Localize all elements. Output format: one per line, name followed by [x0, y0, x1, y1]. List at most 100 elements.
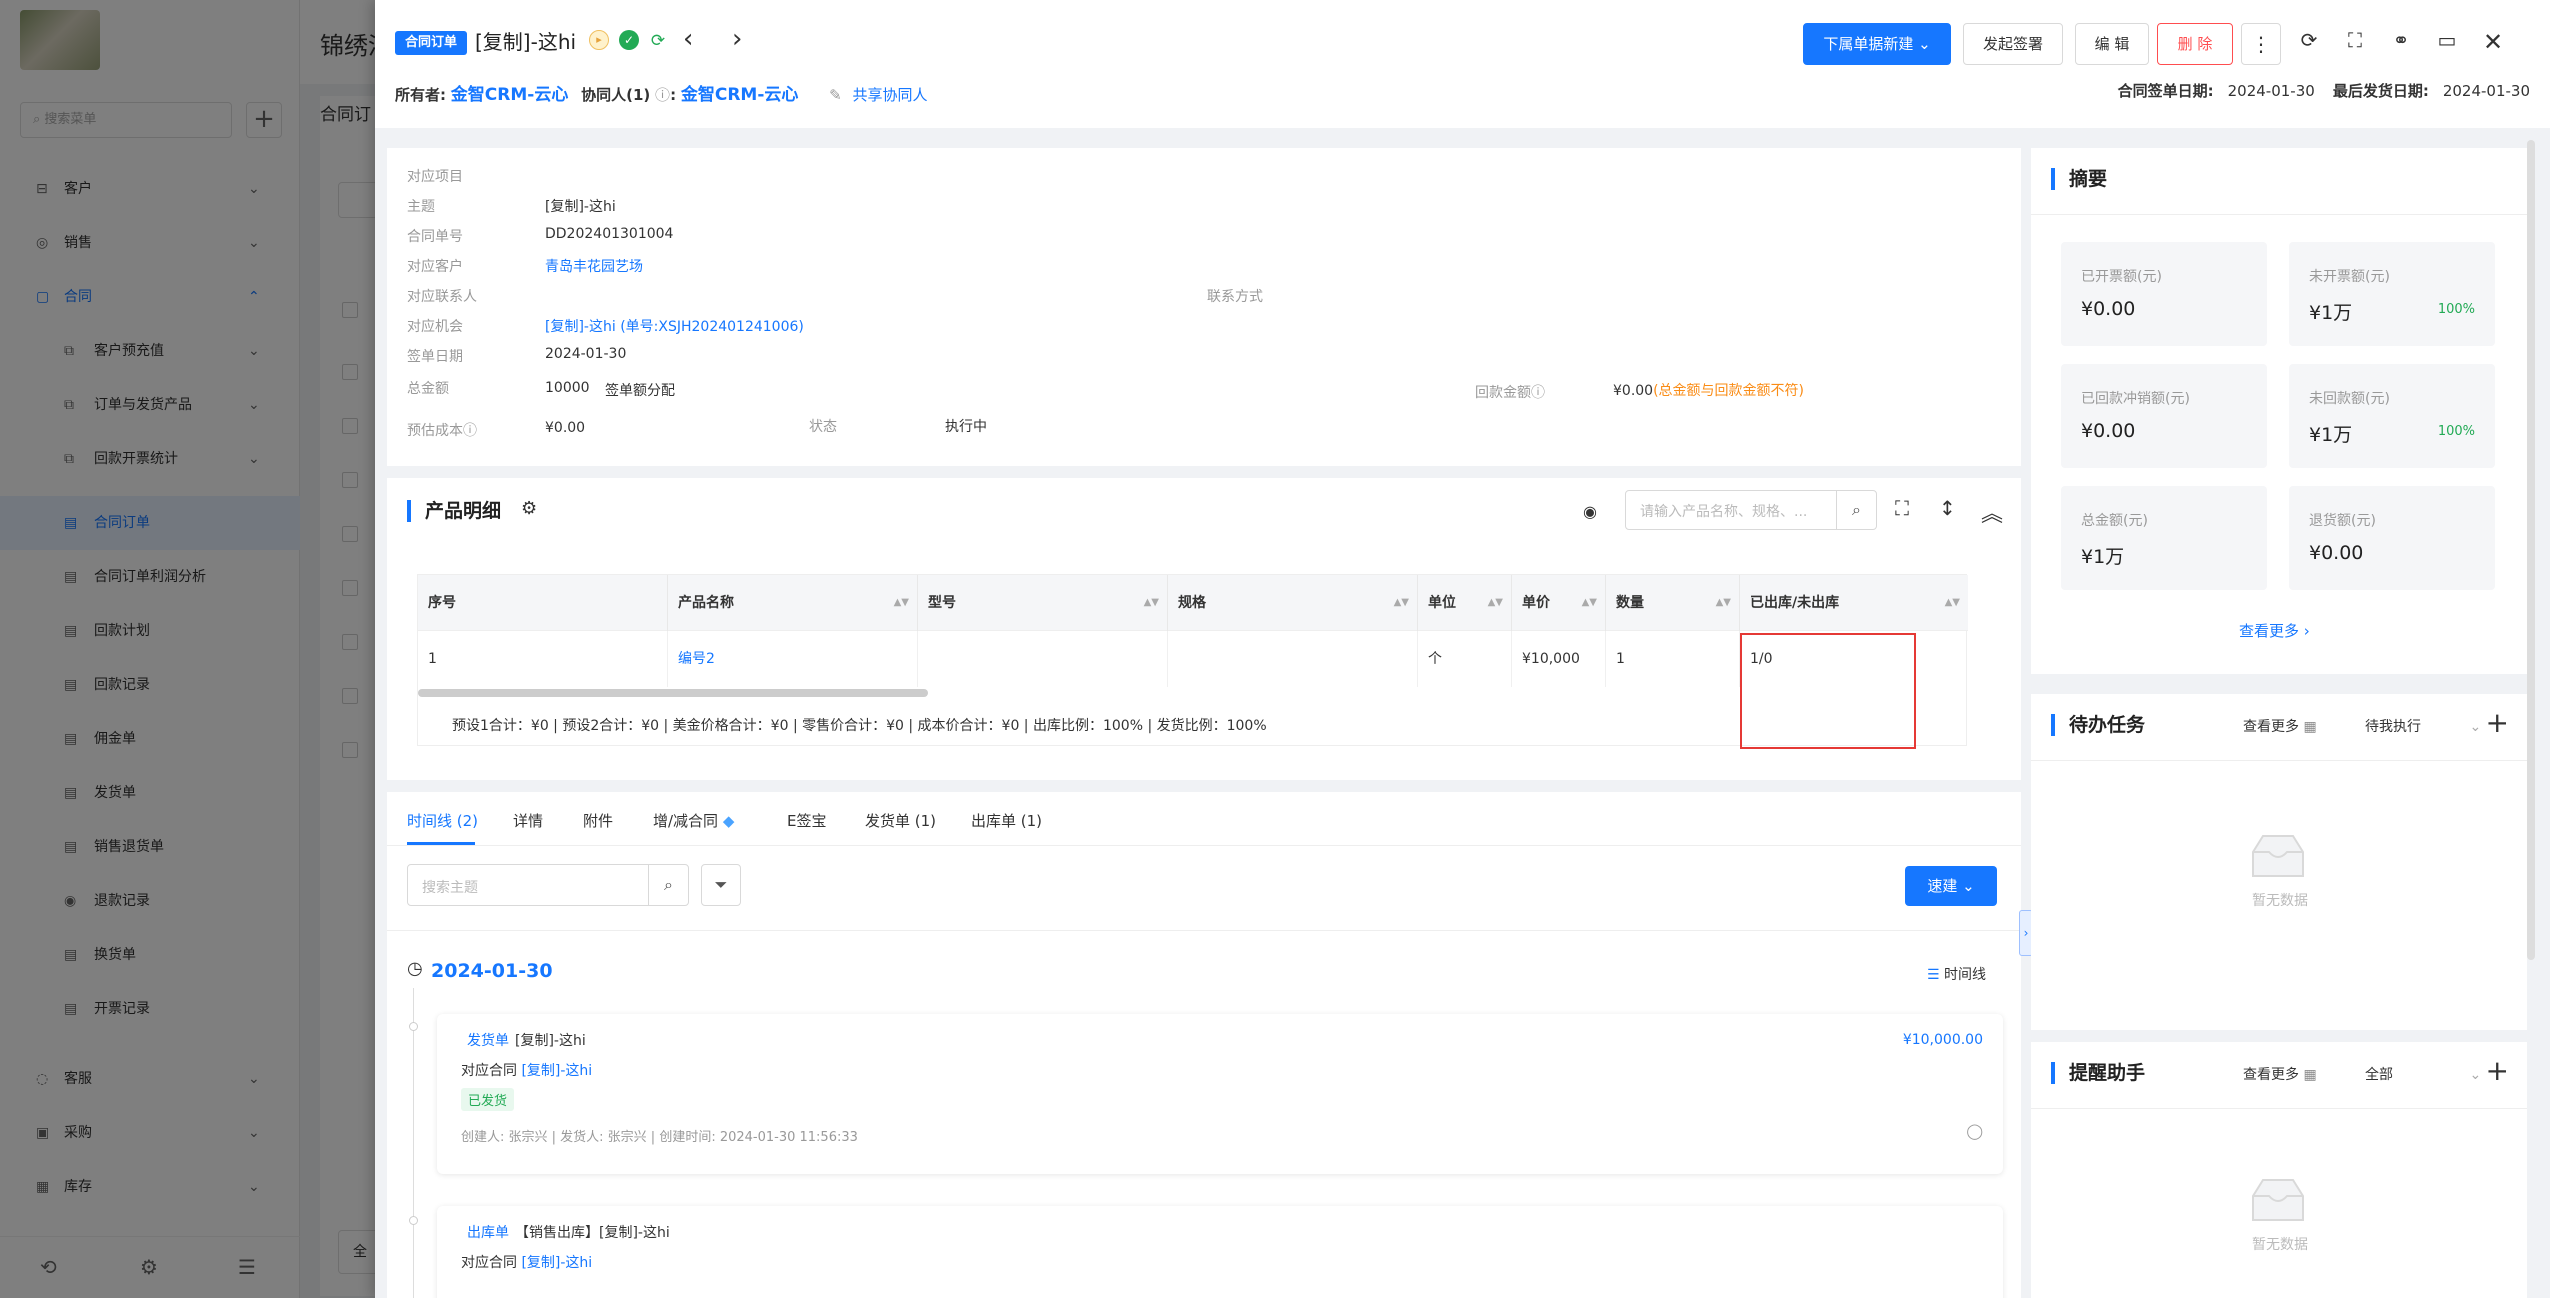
vertical-resize-icon[interactable]: ↕ — [1939, 496, 1956, 520]
reminder-more-link[interactable]: 查看更多 ▦ — [2243, 1064, 2317, 1084]
search-icon[interactable]: ⌕ — [648, 865, 688, 905]
sort-icon[interactable]: ▲▼ — [1394, 575, 1409, 631]
tab-attachments[interactable]: 附件 — [583, 810, 613, 831]
clock-icon: ◷ — [407, 958, 423, 979]
push-new-label: 下属单据新建 — [1823, 35, 1914, 53]
cost-label: 预估成本 — [407, 423, 463, 439]
stat-label: 未回款额(元) — [2309, 391, 2390, 407]
owner-line: 所有者: 金智CRM-云心 协同人(1) ⓘ: 金智CRM-云心 ✎ 共享协同人 — [395, 85, 928, 105]
col-price[interactable]: 单价 ▲▼ — [1512, 575, 1606, 631]
add-task-icon[interactable]: + — [2486, 706, 2509, 739]
subject-value: [复制]-这hi — [545, 199, 616, 215]
refresh-icon[interactable]: ⟳ — [2295, 28, 2323, 52]
close-icon[interactable]: ✕ — [2479, 28, 2507, 56]
cell-product-name-link[interactable]: 编号2 — [668, 631, 918, 687]
basic-info-panel: 对应项目 主题 [复制]-这hi 合同单号 DD202401301004 对应客… — [387, 148, 2021, 466]
timeline-card-outbound[interactable]: 出库单 【销售出库】[复制]-这hi 对应合同 [复制]-这hi — [437, 1206, 2003, 1298]
stat-percent: 100% — [2437, 424, 2475, 439]
amount-allocation-link[interactable]: 签单额分配 — [605, 380, 675, 400]
col-unit[interactable]: 单位 ▲▼ — [1418, 575, 1512, 631]
search-icon[interactable]: ⌕ — [1836, 491, 1876, 529]
sign-date-field-label: 签单日期 — [407, 349, 463, 365]
stat-uninvoiced: 未开票额(元) ¥1万 100% — [2289, 242, 2495, 346]
timeline-axis — [413, 988, 414, 1298]
sort-icon[interactable]: ▲▼ — [894, 575, 909, 631]
product-panel-title: 产品明细 — [407, 500, 501, 522]
stat-invoiced: 已开票额(元) ¥0.00 — [2061, 242, 2267, 346]
sort-icon[interactable]: ▲▼ — [1144, 575, 1159, 631]
add-reminder-icon[interactable]: + — [2486, 1054, 2509, 1087]
tab-details[interactable]: 详情 — [513, 810, 543, 831]
help-icon: ⓘ — [655, 86, 671, 104]
product-search-input[interactable]: 请输入产品名称、规格、... ⌕ — [1625, 490, 1877, 530]
currency-icon[interactable]: ◉ — [1583, 502, 1597, 521]
previous-record-icon[interactable]: ‹ — [683, 24, 693, 54]
cell-qty: 1 — [1606, 631, 1740, 687]
summary-title: 摘要 — [2051, 168, 2107, 190]
timeline-view-toggle[interactable]: ☰ 时间线 — [1927, 964, 1986, 984]
tasks-more-link[interactable]: 查看更多 ▦ — [2243, 716, 2317, 736]
contact-method-label: 联系方式 — [1207, 289, 1263, 305]
card-type-link[interactable]: 出库单 — [467, 1225, 509, 1241]
quick-create-button[interactable]: 速建 ⌄ — [1905, 866, 1997, 906]
tasks-filter-select[interactable]: 待我执行 ⌄ — [2365, 716, 2481, 736]
timeline-search-input[interactable]: 搜索主题 ⌕ — [407, 864, 689, 906]
col-qty[interactable]: 数量 ▲▼ — [1606, 575, 1740, 631]
collapse-up-icon[interactable]: ︽ — [1981, 496, 2003, 528]
cell-index: 1 — [418, 631, 668, 687]
tab-outbound[interactable]: 出库单 (1) — [971, 810, 1042, 831]
settings-gear-icon[interactable]: ⚙ — [521, 498, 537, 519]
col-model[interactable]: 型号 ▲▼ — [918, 575, 1168, 631]
panel-divider — [2031, 214, 2527, 215]
card-related: 对应合同 [复制]-这hi — [461, 1060, 592, 1080]
opportunity-link[interactable]: [复制]-这hi (单号:XSJH202401241006) — [545, 316, 804, 336]
push-new-dropdown-button[interactable]: 下属单据新建 ⌄ — [1803, 23, 1951, 65]
start-sign-button[interactable]: 发起签署 — [1963, 23, 2063, 65]
status-label: 状态 — [809, 419, 837, 435]
expand-icon[interactable]: ⛶ — [1895, 496, 1909, 520]
edit-button[interactable]: 编 辑 — [2075, 23, 2149, 65]
customer-link[interactable]: 青岛丰花园艺场 — [545, 256, 643, 276]
owner-link[interactable]: 金智CRM-云心 — [451, 85, 569, 105]
horizontal-scrollbar[interactable] — [418, 689, 928, 697]
tab-amend-contract[interactable]: 增/减合同 ◆ — [653, 810, 734, 831]
total-label: 总金额 — [407, 381, 449, 397]
sort-icon[interactable]: ▲▼ — [1582, 575, 1597, 631]
link-icon[interactable]: ⚭ — [2387, 28, 2415, 52]
save-layout-icon[interactable]: ▭ — [2433, 28, 2461, 52]
summary-more-link[interactable]: 查看更多 › — [2239, 620, 2310, 641]
timeline-card-shipping[interactable]: 发货单 [复制]-这hi 对应合同 [复制]-这hi 已发货 创建人: 张宗兴 |… — [437, 1014, 2003, 1174]
col-product-name[interactable]: 产品名称 ▲▼ — [668, 575, 918, 631]
diamond-icon: ◆ — [722, 812, 735, 830]
filter-icon[interactable]: ⏷ — [701, 864, 741, 906]
more-actions-icon[interactable]: ⋮ — [2241, 23, 2281, 65]
reminder-filter-select[interactable]: 全部 ⌄ — [2365, 1064, 2481, 1084]
fullscreen-icon[interactable]: ⛶ — [2341, 28, 2369, 52]
quick-create-label: 速建 — [1927, 877, 1958, 895]
col-spec[interactable]: 规格 ▲▼ — [1168, 575, 1418, 631]
collab-link[interactable]: 金智CRM-云心 — [681, 85, 799, 105]
delete-button[interactable]: 删 除 — [2157, 23, 2233, 65]
timeline-dot — [409, 1216, 418, 1225]
column-label: 单价 — [1522, 595, 1550, 611]
tab-timeline[interactable]: 时间线 (2) — [407, 810, 478, 831]
tab-esign[interactable]: E签宝 — [787, 810, 826, 831]
collab-label: 协同人(1) — [581, 86, 651, 104]
sort-icon[interactable]: ▲▼ — [1945, 575, 1960, 631]
cost-value: ¥0.00 — [545, 420, 586, 436]
column-label: 单位 — [1428, 595, 1456, 611]
tab-shipping[interactable]: 发货单 (1) — [865, 810, 936, 831]
clock-status-icon: ▸ — [589, 30, 609, 50]
share-collab-link[interactable]: 共享协同人 — [853, 86, 928, 104]
sort-icon[interactable]: ▲▼ — [1716, 575, 1731, 631]
next-record-icon[interactable]: › — [732, 24, 742, 54]
sort-icon[interactable]: ▲▼ — [1488, 575, 1503, 631]
comment-icon[interactable]: ◯ — [1966, 1122, 1983, 1140]
col-outbound[interactable]: 已出库/未出库 ▲▼ — [1740, 575, 1968, 631]
card-type-link[interactable]: 发货单 — [467, 1033, 509, 1049]
contact-label: 对应联系人 — [407, 289, 477, 305]
cell-price: ¥10,000 — [1512, 631, 1606, 687]
drawer-scrollbar[interactable] — [2527, 140, 2535, 960]
related-contract-link[interactable]: [复制]-这hi — [521, 1063, 592, 1079]
related-contract-link[interactable]: [复制]-这hi — [521, 1255, 592, 1271]
